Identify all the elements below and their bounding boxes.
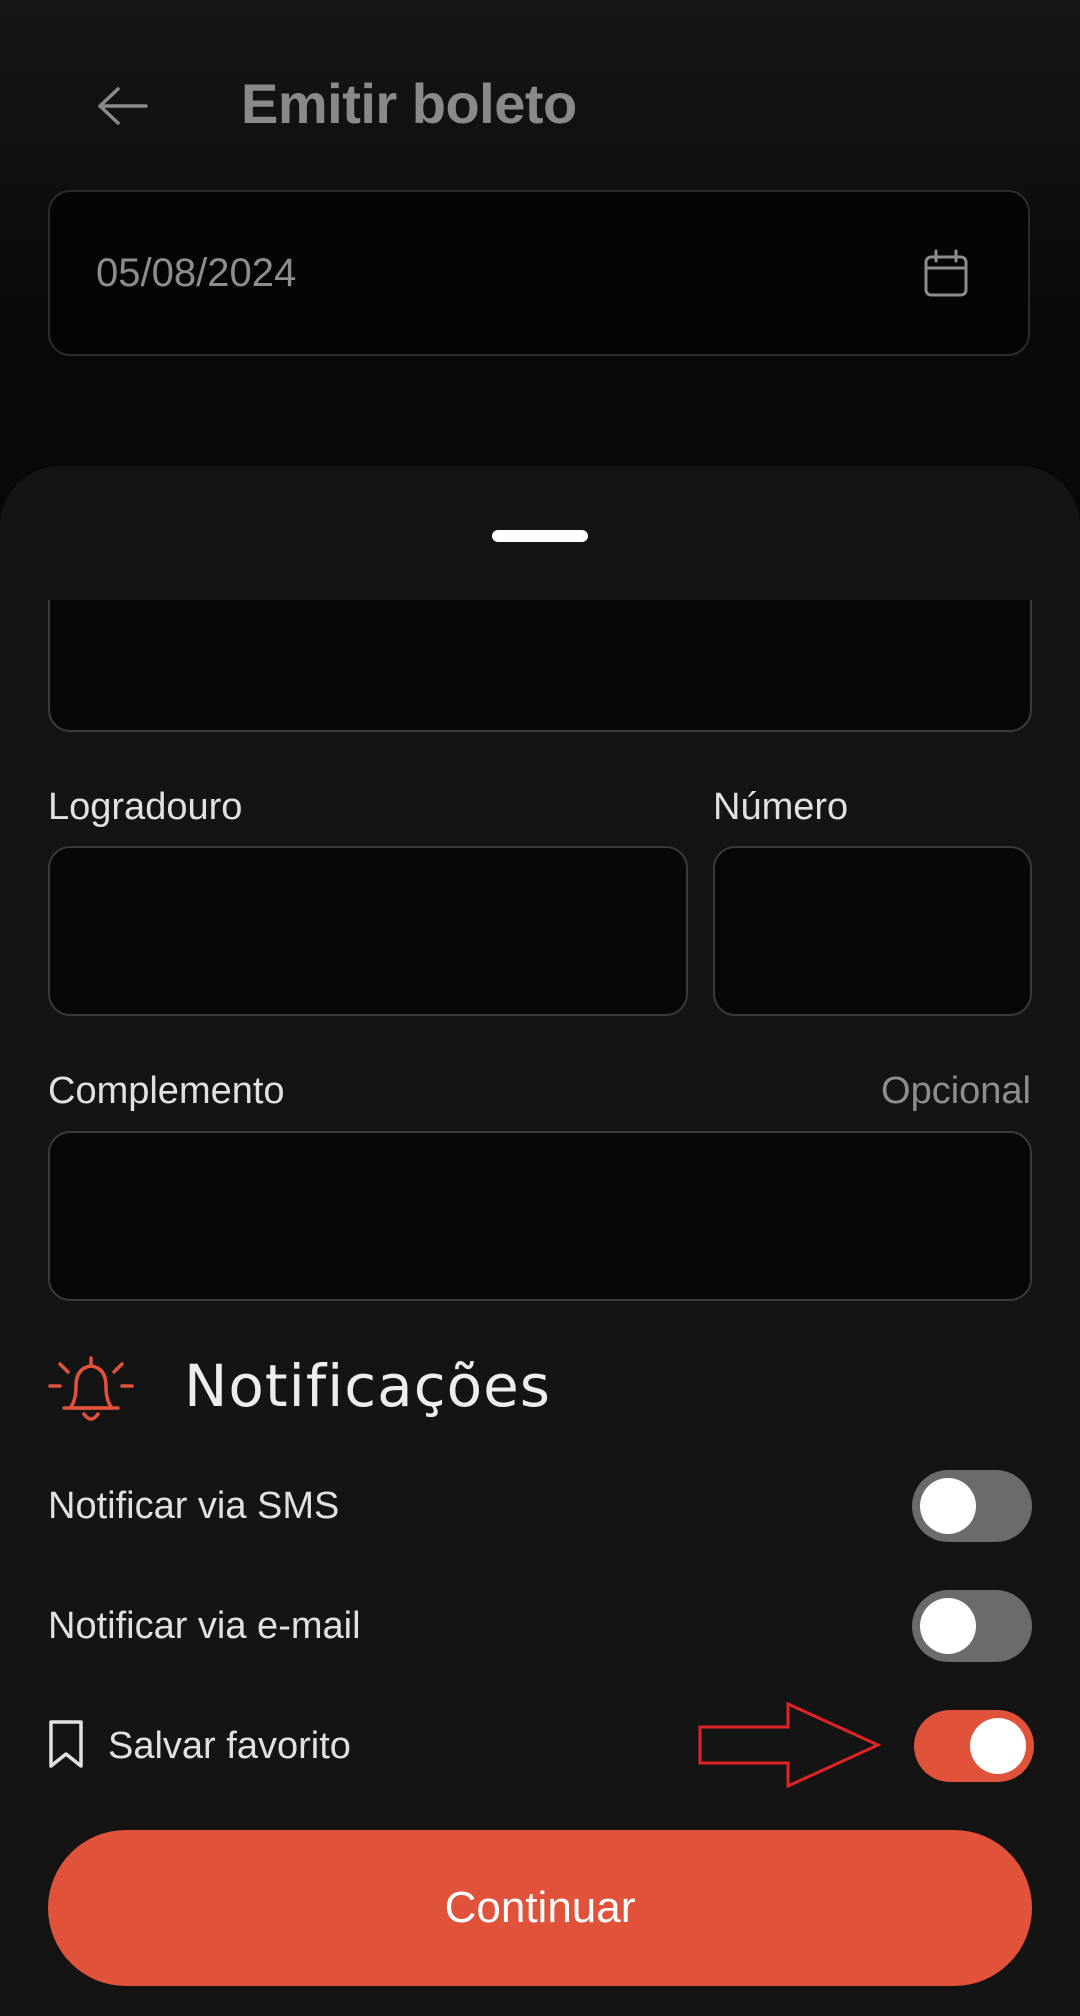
toggle-knob [920, 1478, 976, 1534]
toggle-knob [970, 1718, 1026, 1774]
continue-button[interactable]: Continuar [48, 1830, 1032, 1986]
numero-label: Número [713, 786, 849, 828]
bookmark-icon [49, 1720, 83, 1768]
complemento-input[interactable] [48, 1131, 1032, 1301]
continue-label: Continuar [444, 1883, 636, 1932]
previous-input-field[interactable] [48, 600, 1032, 732]
back-button[interactable] [84, 68, 160, 144]
toggle-knob [920, 1598, 976, 1654]
bell-icon [48, 1356, 134, 1421]
arrow-left-icon [98, 87, 148, 125]
optional-hint: Opcional [881, 1070, 1031, 1112]
email-label: Notificar via e-mail [48, 1605, 361, 1647]
date-value: 05/08/2024 [96, 251, 297, 295]
annotation-arrow-icon [698, 1701, 882, 1789]
complemento-label: Complemento [48, 1070, 285, 1112]
logradouro-label: Logradouro [48, 786, 243, 828]
email-toggle[interactable] [912, 1590, 1032, 1662]
sms-label: Notificar via SMS [48, 1485, 340, 1527]
logradouro-input[interactable] [48, 846, 688, 1016]
sheet-drag-handle[interactable] [492, 530, 588, 542]
date-field[interactable]: 05/08/2024 [48, 190, 1030, 356]
page-title: Emitir boleto [241, 72, 577, 135]
calendar-icon[interactable] [920, 248, 972, 300]
numero-input[interactable] [713, 846, 1032, 1016]
favorite-label: Salvar favorito [108, 1725, 351, 1767]
sms-toggle[interactable] [912, 1470, 1032, 1542]
notifications-title: Notificações [184, 1352, 551, 1420]
favorite-toggle[interactable] [914, 1710, 1034, 1782]
